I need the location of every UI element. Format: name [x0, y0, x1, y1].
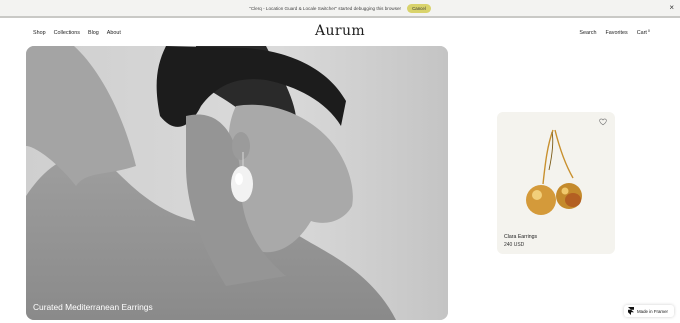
nav-cart[interactable]: Cart0 — [636, 29, 650, 36]
hero-photo — [26, 46, 448, 320]
site-header: Shop Collections Blog About Aurum Search… — [0, 20, 680, 44]
made-in-framer-badge[interactable]: Made in Framer — [624, 305, 674, 317]
cart-label: Cart — [636, 30, 647, 36]
hero-image[interactable]: Curated Mediterranean Earrings — [26, 46, 448, 320]
hero-caption: Curated Mediterranean Earrings — [33, 302, 153, 312]
close-icon[interactable]: × — [669, 4, 674, 12]
product-name: Clara Earrings — [504, 234, 538, 240]
cart-count-badge: 0 — [647, 29, 650, 33]
utility-nav: Search Favorites Cart0 — [579, 29, 650, 36]
framer-logo-icon — [628, 307, 634, 315]
nav-favorites[interactable]: Favorites — [606, 30, 628, 36]
product-image — [526, 129, 582, 215]
made-in-framer-label: Made in Framer — [637, 308, 668, 314]
product-card[interactable]: Clara Earrings 240 USD — [497, 112, 615, 254]
site-logo[interactable]: Aurum — [0, 23, 680, 39]
debugging-banner: "Clerq - Location Guard & Locale Switche… — [0, 0, 680, 18]
nav-search[interactable]: Search — [579, 30, 596, 36]
debugging-message: "Clerq - Location Guard & Locale Switche… — [249, 5, 402, 11]
product-price: 240 USD — [504, 242, 525, 248]
cancel-debugging-button[interactable]: Cancel — [407, 3, 431, 13]
heart-icon[interactable] — [599, 118, 607, 126]
